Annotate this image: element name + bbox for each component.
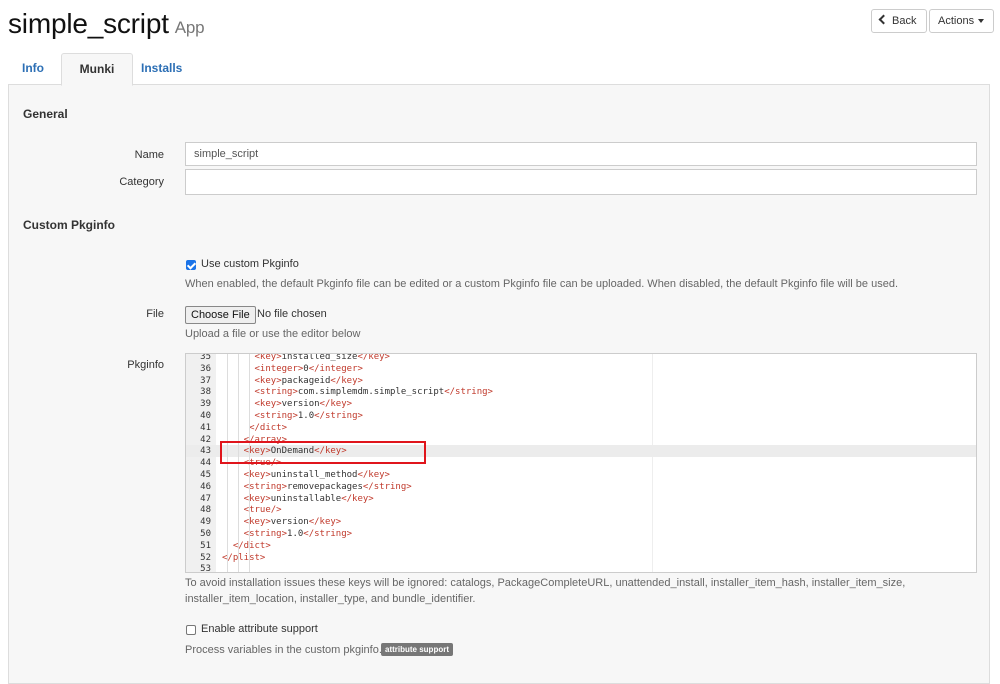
code-text: <key>version</key>	[254, 399, 353, 410]
line-number: 53	[200, 564, 211, 573]
ignored-keys-help-line-1: To avoid installation issues these keys …	[185, 577, 906, 589]
line-number: 50	[200, 529, 211, 539]
code-text: <key>uninstallable</key>	[243, 493, 374, 504]
code-text: <key>OnDemand</key>	[243, 446, 347, 457]
caret-down-icon	[978, 19, 985, 24]
code-line: 36 <integer>0</integer>	[186, 363, 976, 375]
code-line: 42 </array>	[186, 434, 976, 446]
page-subtitle: App	[174, 18, 205, 37]
tab-installs[interactable]: Installs	[141, 53, 182, 84]
name-input[interactable]: simple_script	[185, 142, 977, 166]
line-number: 38	[200, 387, 211, 398]
page-header: simple_script App Back Actions	[0, 0, 1000, 52]
line-number: 35	[200, 353, 211, 362]
code-line: 45 <key>uninstall_method</key>	[186, 469, 976, 481]
line-number: 37	[200, 375, 211, 386]
use-custom-pkginfo-help: When enabled, the default Pkginfo file c…	[185, 278, 899, 290]
code-text: <key>installed_size</key>	[254, 353, 390, 362]
use-custom-pkginfo-label: Use custom Pkginfo	[201, 258, 299, 270]
actions-button-label: Actions	[938, 15, 975, 27]
tab-info[interactable]: Info	[22, 53, 44, 84]
code-line: 44 <true/>	[186, 457, 976, 469]
pkginfo-code-editor[interactable]: 35 <key>installed_size</key> 36 <integer>0<…	[185, 353, 977, 573]
code-line: 37 <key>packageid</key>	[186, 375, 976, 387]
back-button[interactable]: Back	[871, 9, 927, 33]
chevron-left-icon	[878, 14, 889, 25]
line-number: 48	[200, 505, 211, 516]
tab-munki[interactable]: Munki	[61, 53, 133, 86]
line-number: 40	[200, 411, 211, 421]
code-line: 50 <string>1.0</string>	[186, 528, 976, 540]
enable-attribute-support-label: Enable attribute support	[201, 623, 318, 635]
code-line: 39 <key>version</key>	[186, 398, 976, 410]
category-label: Category	[119, 176, 164, 188]
indent-guide	[249, 354, 251, 572]
line-number: 44	[200, 458, 211, 469]
code-line: 49 <key>version</key>	[186, 516, 976, 528]
line-number: 41	[200, 422, 211, 433]
no-file-chosen-text: No file chosen	[257, 308, 327, 320]
category-input[interactable]	[185, 169, 977, 195]
pkginfo-label: Pkginfo	[127, 359, 164, 371]
line-number: 42	[200, 434, 211, 445]
code-text: </dict>	[249, 422, 288, 433]
line-number: 52	[200, 552, 211, 563]
code-line: 43 <key>OnDemand</key>	[186, 445, 976, 458]
code-text: <string>removepackages</string>	[243, 481, 412, 492]
ignored-keys-help-line-2: installer_item_location, installer_type,…	[185, 593, 476, 605]
line-number: 36	[200, 363, 211, 374]
code-line: 53	[186, 563, 976, 573]
code-text: </plist>	[222, 552, 266, 563]
line-number: 51	[200, 540, 211, 551]
code-text: </array>	[243, 434, 288, 445]
line-number: 47	[200, 493, 211, 504]
attribute-support-help: Process variables in the custom pkginfo.	[185, 644, 382, 656]
attribute-support-badge: attribute support	[381, 643, 453, 656]
code-line: 35 <key>installed_size</key>	[186, 353, 976, 363]
code-line: 41 </dict>	[186, 422, 976, 434]
line-number: 45	[200, 470, 211, 480]
indent-guide	[238, 354, 240, 572]
file-help-text: Upload a file or use the editor below	[185, 328, 361, 340]
code-text: <key>uninstall_method</key>	[243, 470, 390, 480]
code-line: 51 </dict>	[186, 540, 976, 552]
code-line: 38 <string>com.simplemdm.simple_script</s…	[186, 386, 976, 398]
code-text: <string>1.0</string>	[254, 411, 363, 421]
code-text: <string>com.simplemdm.simple_script</str…	[254, 387, 493, 398]
code-text: <string>1.0</string>	[243, 529, 353, 539]
indent-guide	[227, 354, 229, 572]
file-label: File	[146, 308, 164, 320]
line-number: 39	[200, 399, 211, 410]
code-line: 47 <key>uninstallable</key>	[186, 493, 976, 505]
choose-file-button[interactable]: Choose File	[185, 306, 256, 324]
line-number: 46	[200, 481, 211, 492]
page-title: simple_script App	[8, 8, 205, 40]
line-number: 49	[200, 517, 211, 528]
code-line: 52 </plist>	[186, 552, 976, 564]
code-line: 46 <string>removepackages</string>	[186, 481, 976, 493]
enable-attribute-support-checkbox[interactable]	[186, 625, 196, 635]
back-button-label: Back	[892, 15, 917, 27]
code-text: <integer>0</integer>	[254, 363, 363, 374]
app-name: simple_script	[8, 8, 169, 39]
tab-bar: Info Munki Installs	[8, 53, 990, 86]
name-label: Name	[134, 149, 164, 161]
general-section-title: General	[23, 107, 68, 121]
code-line: 48 <true/>	[186, 504, 976, 516]
line-number: 43	[200, 446, 211, 457]
code-text: <key>packageid</key>	[254, 375, 363, 386]
custom-pkginfo-section-title: Custom Pkginfo	[23, 218, 115, 232]
code-text: <key>version</key>	[243, 517, 342, 528]
actions-dropdown-button[interactable]: Actions	[929, 9, 994, 33]
use-custom-pkginfo-checkbox[interactable]	[186, 260, 196, 270]
code-line: 40 <string>1.0</string>	[186, 410, 976, 422]
